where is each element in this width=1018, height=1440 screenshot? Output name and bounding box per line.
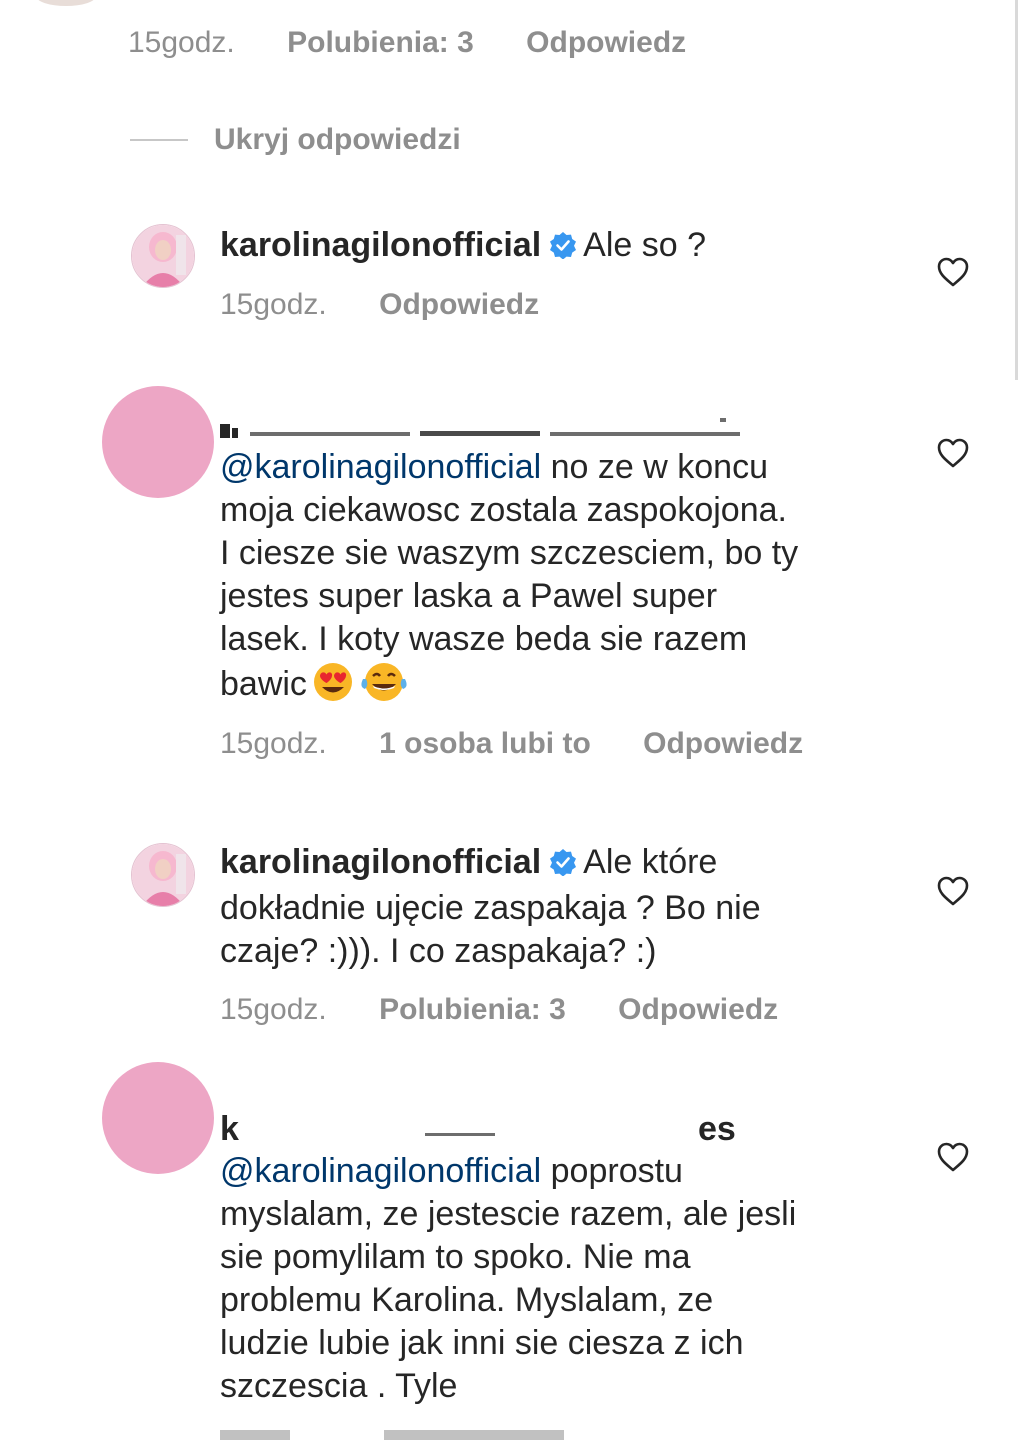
comment-text-line: poprostu (550, 1152, 683, 1190)
heart-outline-icon[interactable] (936, 437, 970, 469)
tears-of-joy-emoji (359, 661, 409, 714)
comment-meta: 15godz. Odpowiedz (220, 288, 583, 322)
comment-time: 15godz. (220, 993, 327, 1026)
top-comment-meta: 15godz. Polubienia: 3 Odpowiedz (128, 26, 730, 60)
comment-body: @karolinagilonofficial poprostu myslalam… (220, 1150, 900, 1408)
redaction-mark (425, 1133, 495, 1136)
heart-outline-icon[interactable] (936, 1141, 970, 1173)
verified-badge-icon (549, 844, 577, 887)
reply-button[interactable]: Odpowiedz (526, 26, 686, 59)
comment-text-line: jestes super laska a Pawel super (220, 577, 718, 615)
heart-outline-icon[interactable] (936, 256, 970, 288)
comment-body: @karolinagilonofficial no ze w koncu moj… (220, 446, 900, 714)
reply-button[interactable]: Odpowiedz (379, 288, 539, 321)
comment-text-line: ludzie lubie jak inni sie ciesza z ich (220, 1324, 744, 1362)
comment-text-line: sie pomylilam to spoko. Nie ma (220, 1238, 691, 1276)
mention-link[interactable]: @karolinagilonofficial (220, 1152, 541, 1190)
comment-meta: 15godz. 1 osoba lubi to Odpowiedz (220, 727, 847, 761)
comment-time: 15godz. (220, 288, 327, 321)
avatar[interactable] (131, 843, 195, 907)
comment-text-line: I ciesze sie waszym szczesciem, bo ty (220, 534, 799, 572)
reply-button[interactable]: Odpowiedz (618, 993, 778, 1026)
heart-outline-icon[interactable] (936, 875, 970, 907)
comment-text-line: szczescia . Tyle (220, 1367, 458, 1405)
comment-text-line: no ze w koncu (550, 448, 768, 486)
comment-meta: 15godz. Polubienia: 3 Odpowiedz (220, 993, 822, 1027)
reply-button[interactable]: Odpowiedz (643, 727, 803, 760)
comment-text-line: problemu Karolina. Myslalam, ze (220, 1281, 714, 1319)
comment-text-line: bawic (220, 665, 307, 703)
comment-body: karolinagilonofficial Ale które dokładnie… (220, 841, 900, 973)
hide-replies-toggle[interactable]: Ukryj odpowiedzi (130, 123, 461, 157)
comment-text-line: dokładnie ujęcie zaspakaja ? Bo nie (220, 889, 761, 927)
username-fragment-end: es (698, 1110, 736, 1148)
heart-eyes-emoji (311, 661, 355, 714)
comment-likes[interactable]: Polubienia: 3 (287, 26, 474, 59)
avatar[interactable] (131, 224, 195, 288)
comment-text-line: lasek. I koty wasze beda sie razem (220, 620, 748, 658)
mention-link[interactable]: @karolinagilonofficial (220, 448, 541, 486)
redacted-username: k es (220, 1108, 900, 1148)
comment-username[interactable]: karolinagilonofficial (220, 843, 541, 881)
username-fragment-start: k (220, 1110, 239, 1148)
avatar-placeholder[interactable] (102, 386, 214, 498)
comment-text-line: Ale które (583, 843, 718, 881)
comment-text-line: moja ciekawosc zostala zaspokojona. (220, 491, 787, 529)
comment-body: karolinagilonofficial Ale so ? (220, 224, 900, 270)
comment-likes[interactable]: Polubienia: 3 (379, 993, 566, 1026)
previous-avatar-fragment (36, 0, 96, 6)
comment-text-line: myslalam, ze jestescie razem, ale jesli (220, 1195, 797, 1233)
cut-off-comment-meta (220, 1426, 580, 1440)
avatar-placeholder[interactable] (102, 1062, 214, 1174)
comment-text: Ale so ? (583, 226, 707, 264)
comment-likes[interactable]: 1 osoba lubi to (379, 727, 591, 760)
divider-line (130, 139, 188, 141)
comment-time: 15godz. (128, 26, 235, 59)
redacted-username (220, 418, 740, 438)
verified-badge-icon (549, 227, 577, 270)
comment-username[interactable]: karolinagilonofficial (220, 226, 541, 264)
comment-time: 15godz. (220, 727, 327, 760)
comment-text-line: czaje? :))). I co zaspakaja? :) (220, 932, 657, 970)
hide-replies-label[interactable]: Ukryj odpowiedzi (214, 123, 461, 157)
